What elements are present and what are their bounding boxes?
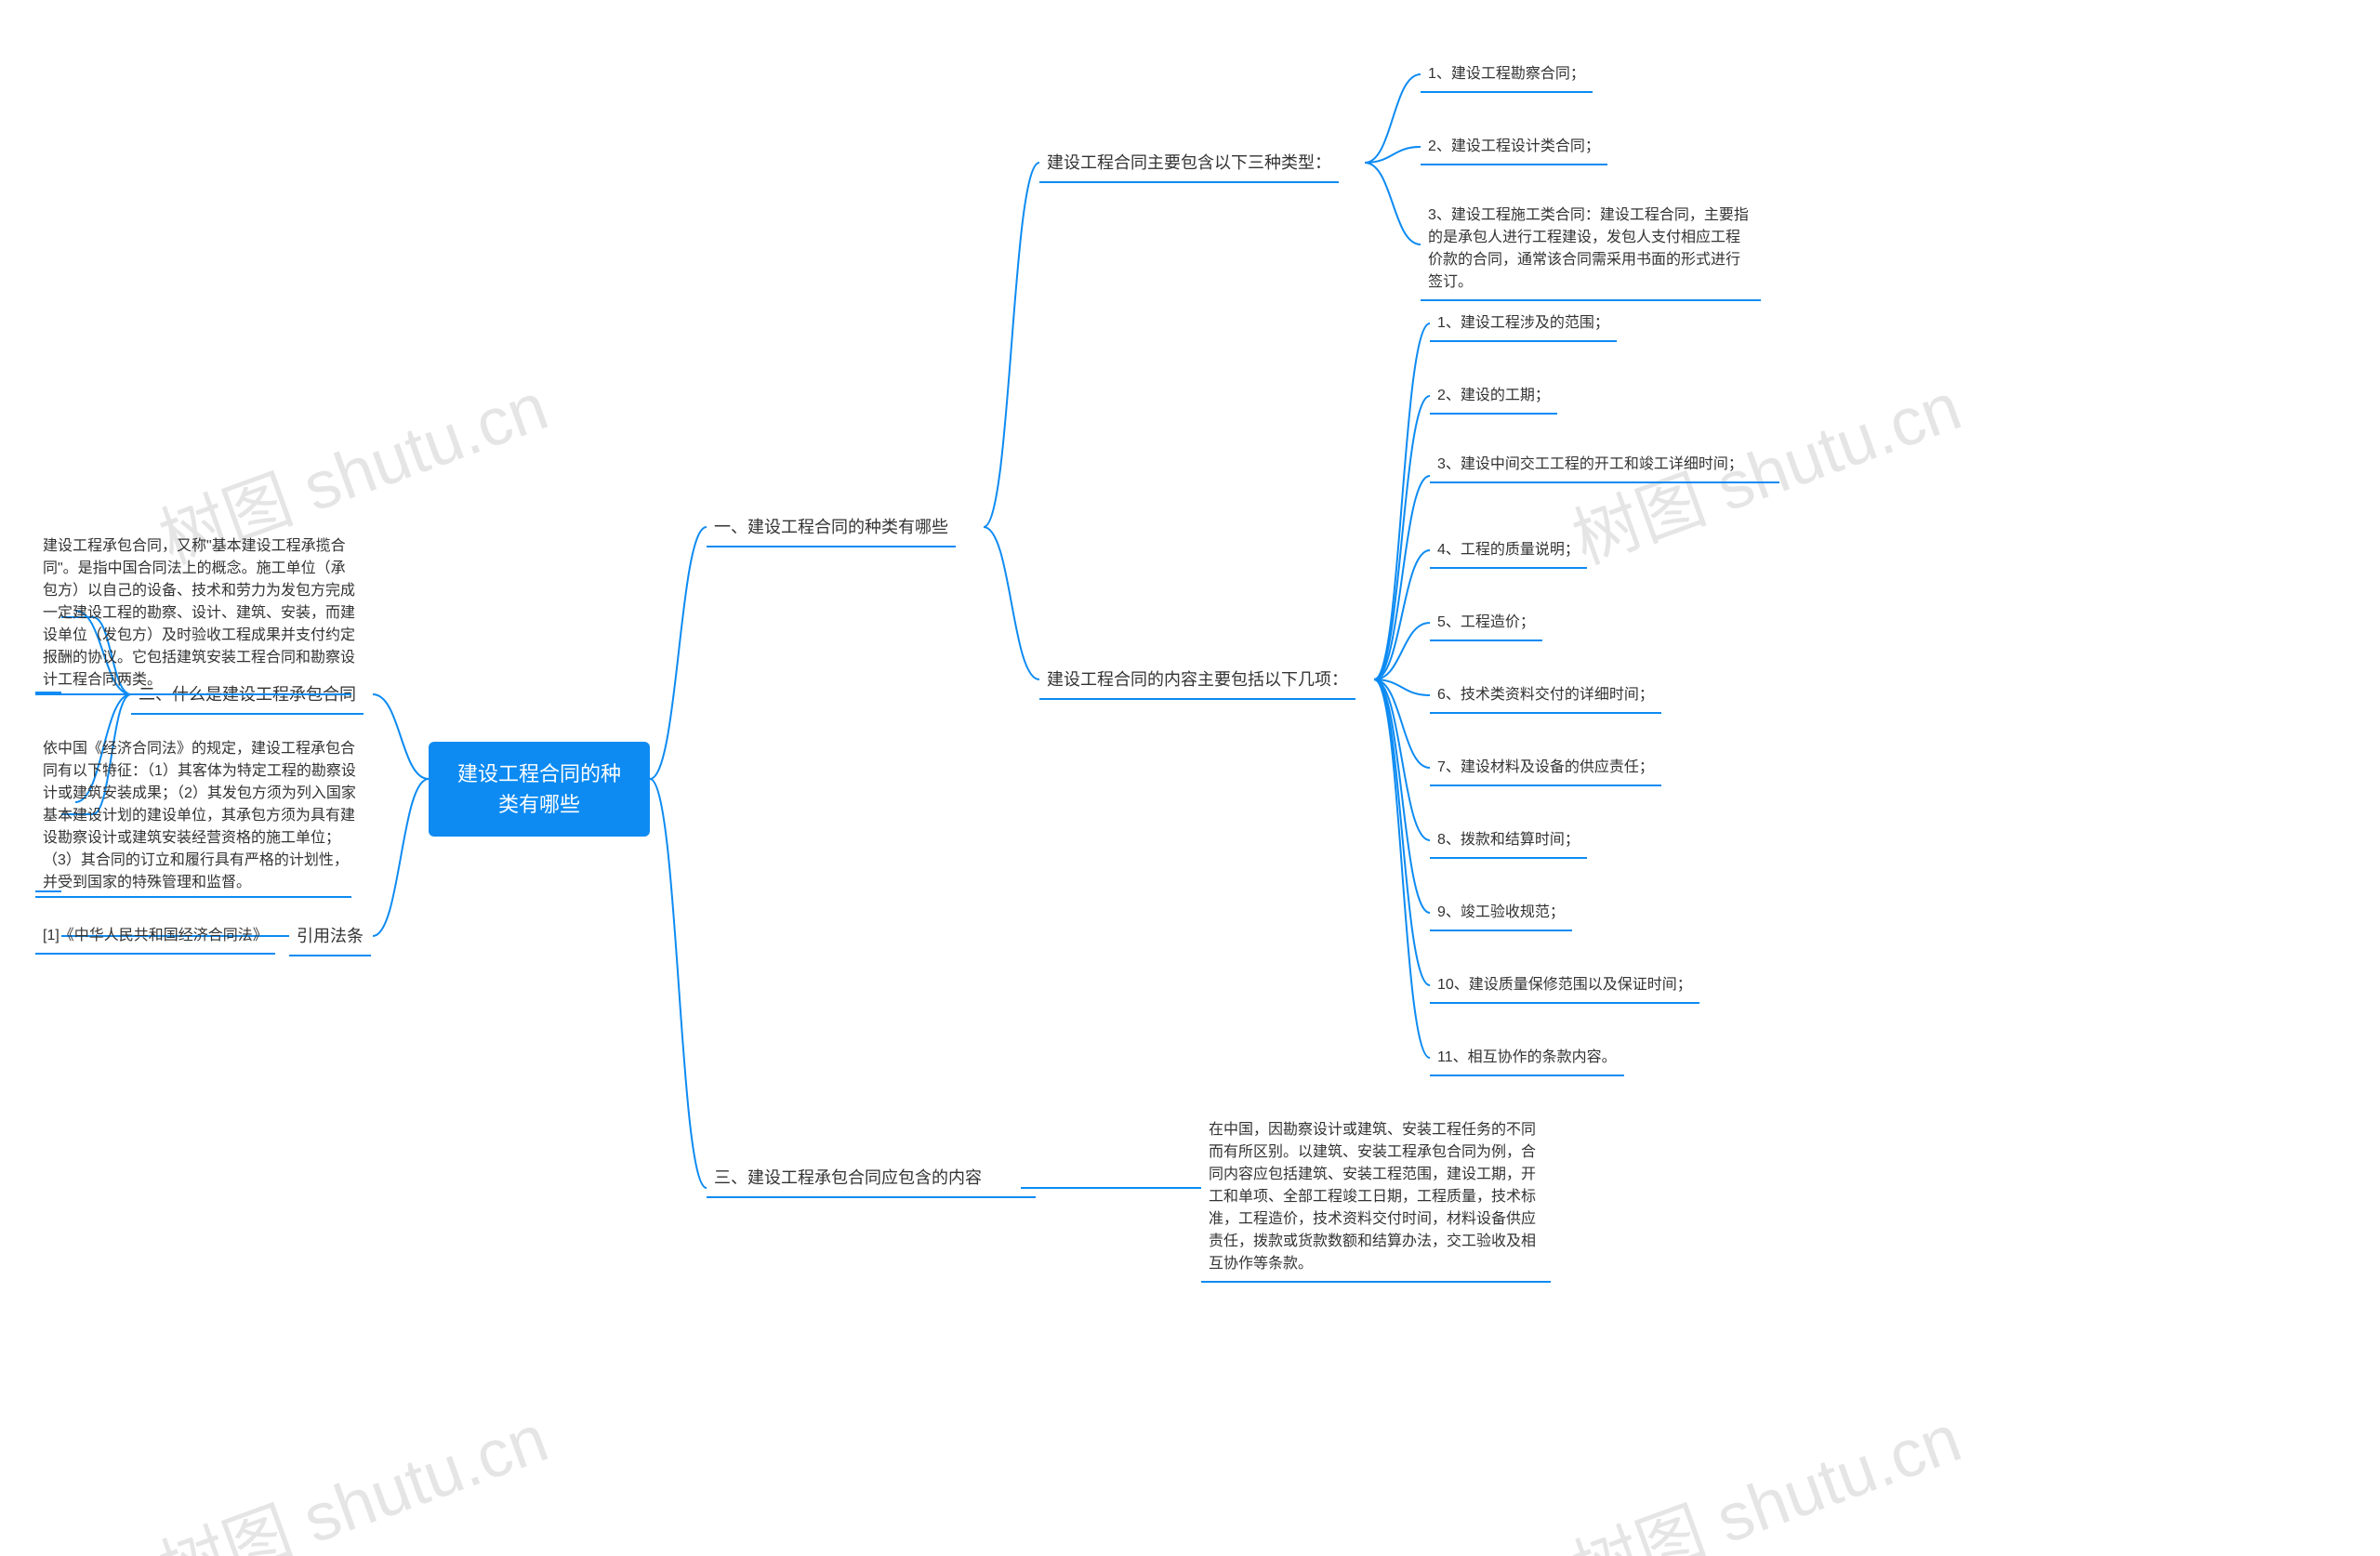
leaf-b2-p2[interactable]: 依中国《经济合同法》的规定，建设工程承包合同有以下特征：（1）其客体为特定工程的… bbox=[35, 732, 366, 900]
node-b4[interactable]: 引用法条 bbox=[289, 918, 371, 956]
node-b3[interactable]: 三、建设工程承包合同应包含的内容 bbox=[707, 1160, 1036, 1198]
leaf-b1-s2-10[interactable]: 11、相互协作的条款内容。 bbox=[1430, 1041, 1624, 1076]
watermark: 树图 shutu.cn bbox=[1557, 1384, 1972, 1556]
watermark: 树图 shutu.cn bbox=[144, 1384, 559, 1556]
node-underline bbox=[35, 693, 351, 695]
leaf-b4-item[interactable]: [1]《中华人民共和国经济合同法》 bbox=[35, 919, 275, 955]
root-node[interactable]: 建设工程合同的种类有哪些 bbox=[429, 742, 650, 837]
node-underline bbox=[35, 896, 351, 898]
leaf-b1-s1-0[interactable]: 1、建设工程勘察合同； bbox=[1421, 58, 1593, 93]
leaf-b1-s2-6[interactable]: 7、建设材料及设备的供应责任； bbox=[1430, 751, 1661, 786]
leaf-b1-s2-0[interactable]: 1、建设工程涉及的范围； bbox=[1430, 307, 1617, 342]
leaf-b1-s2-9[interactable]: 10、建设质量保修范围以及保证时间； bbox=[1430, 969, 1699, 1004]
decor-line bbox=[35, 890, 61, 892]
leaf-b2-p1[interactable]: 建设工程承包合同，又称"基本建设工程承揽合同"。是指中国合同法上的概念。施工单位… bbox=[35, 530, 366, 697]
leaf-b1-s2-7[interactable]: 8、拨款和结算时间； bbox=[1430, 824, 1587, 859]
leaf-b1-s2-3[interactable]: 4、工程的质量说明； bbox=[1430, 534, 1587, 569]
node-b1-s1[interactable]: 建设工程合同主要包含以下三种类型： bbox=[1039, 145, 1339, 183]
leaf-b1-s2-4[interactable]: 5、工程造价； bbox=[1430, 606, 1542, 641]
node-b1[interactable]: 一、建设工程合同的种类有哪些 bbox=[707, 509, 956, 547]
leaf-b1-s2-8[interactable]: 9、竣工验收规范； bbox=[1430, 896, 1572, 931]
leaf-b1-s2-1[interactable]: 2、建设的工期； bbox=[1430, 379, 1557, 415]
leaf-b3-detail[interactable]: 在中国，因勘察设计或建筑、安装工程任务的不同而有所区别。以建筑、安装工程承包合同… bbox=[1201, 1114, 1551, 1283]
leaf-b1-s1-2[interactable]: 3、建设工程施工类合同：建设工程合同，主要指的是承包人进行工程建设，发包人支付相… bbox=[1421, 199, 1761, 301]
leaf-b1-s2-2[interactable]: 3、建设中间交工工程的开工和竣工详细时间； bbox=[1430, 448, 1779, 483]
leaf-b1-s2-5[interactable]: 6、技术类资料交付的详细时间； bbox=[1430, 679, 1661, 714]
mindmap-canvas: 树图 shutu.cn 树图 shutu.cn 树图 shutu.cn 树图 s… bbox=[0, 0, 2380, 1556]
leaf-b1-s1-1[interactable]: 2、建设工程设计类合同； bbox=[1421, 130, 1607, 165]
node-b1-s2[interactable]: 建设工程合同的内容主要包括以下几项： bbox=[1039, 662, 1355, 700]
